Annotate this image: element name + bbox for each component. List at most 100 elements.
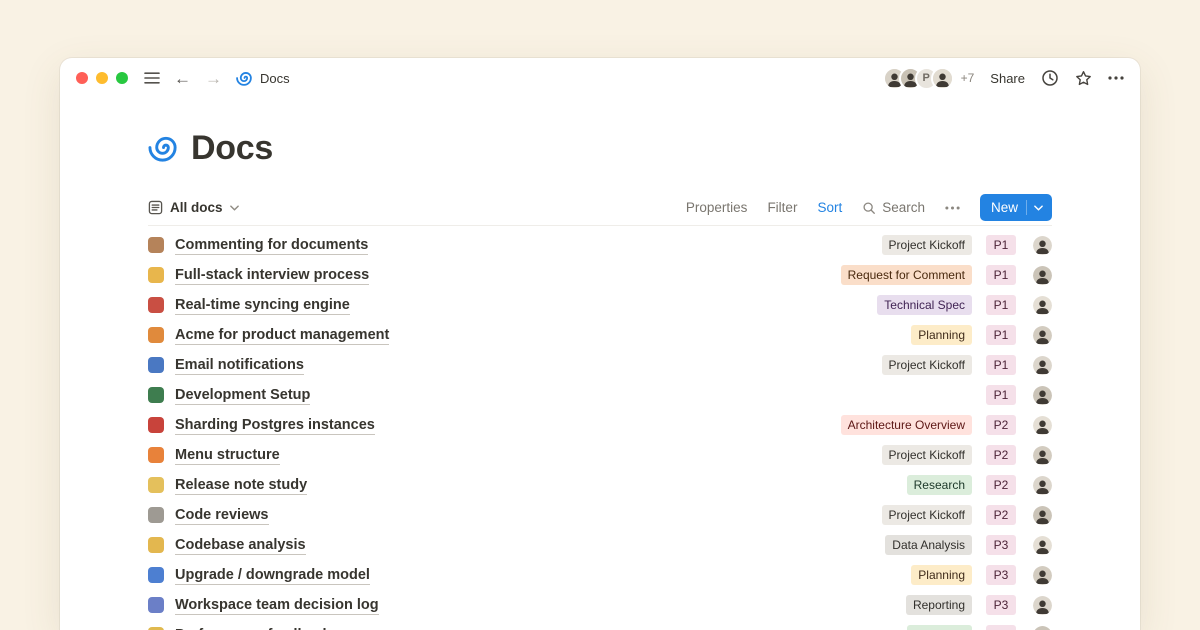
doc-title-link[interactable]: Menu structure: [175, 446, 280, 465]
doc-row[interactable]: Full-stack interview process Request for…: [148, 260, 1052, 290]
doc-owner-avatar: [1033, 326, 1052, 345]
memo-icon: [148, 477, 164, 493]
forward-arrow-icon[interactable]: →: [205, 70, 222, 87]
doc-title-link[interactable]: Release note study: [175, 476, 307, 495]
doc-row[interactable]: Workspace team decision log Reporting P3: [148, 590, 1052, 620]
sidebar-toggle-icon[interactable]: [144, 72, 160, 84]
doc-row[interactable]: Codebase analysis Data Analysis P3: [148, 530, 1052, 560]
doc-title-link[interactable]: Commenting for documents: [175, 236, 368, 255]
doc-owner-avatar: [1033, 476, 1052, 495]
updates-clock-icon[interactable]: [1041, 69, 1059, 87]
collaborator-avatars[interactable]: P +7: [883, 67, 975, 90]
doc-title-link[interactable]: Real-time syncing engine: [175, 296, 350, 315]
doc-row[interactable]: Release note study Research P2: [148, 470, 1052, 500]
doc-row[interactable]: Email notifications Project Kickoff P1: [148, 350, 1052, 380]
doc-row[interactable]: Upgrade / downgrade model Planning P3: [148, 560, 1052, 590]
construction-icon: [148, 327, 164, 343]
doc-list: Commenting for documents Project Kickoff…: [148, 230, 1052, 630]
share-button[interactable]: Share: [990, 71, 1025, 86]
doc-title-link[interactable]: Full-stack interview process: [175, 266, 369, 285]
doc-tag-badge: Project Kickoff: [882, 505, 972, 525]
doc-title-link[interactable]: Development Setup: [175, 386, 310, 405]
locomotive-icon: [148, 297, 164, 313]
doc-priority-badge: P2: [986, 475, 1016, 495]
open-book-icon: [148, 597, 164, 613]
doc-priority-badge: P1: [986, 235, 1016, 255]
search-label: Search: [882, 200, 925, 215]
doc-tag-badge: Project Kickoff: [882, 445, 972, 465]
more-options-icon[interactable]: [1108, 76, 1124, 80]
view-switcher[interactable]: All docs: [148, 200, 239, 215]
doc-title-link[interactable]: Email notifications: [175, 356, 304, 375]
doc-owner-avatar: [1033, 536, 1052, 555]
doc-row[interactable]: Performance feedback Research P3: [148, 620, 1052, 630]
avatar-overflow-count: +7: [961, 71, 975, 85]
up-down-arrow-icon: [148, 567, 164, 583]
doc-row[interactable]: Real-time syncing engine Technical Spec …: [148, 290, 1052, 320]
view-more-options-icon[interactable]: [945, 206, 960, 210]
page-title: Docs: [191, 129, 273, 168]
doc-row[interactable]: Menu structure Project Kickoff P2: [148, 440, 1052, 470]
doc-title-link[interactable]: Codebase analysis: [175, 536, 306, 555]
doc-priority-badge: P2: [986, 445, 1016, 465]
doc-priority-badge: P3: [986, 565, 1016, 585]
new-button-divider: [1026, 200, 1027, 215]
doc-title-link[interactable]: Upgrade / downgrade model: [175, 566, 370, 585]
doc-priority-badge: P2: [986, 505, 1016, 525]
monkey-face-icon: [148, 237, 164, 253]
doc-title-link[interactable]: Performance feedback: [175, 626, 331, 630]
doc-row[interactable]: Code reviews Project Kickoff P2: [148, 500, 1052, 530]
doc-tag-badge: Technical Spec: [877, 295, 972, 315]
doc-title-link[interactable]: Sharding Postgres instances: [175, 416, 375, 435]
doc-tag-badge: Project Kickoff: [882, 355, 972, 375]
window-titlebar: ← → Docs P: [60, 58, 1140, 98]
view-name: All docs: [170, 200, 223, 215]
doc-owner-avatar: [1033, 266, 1052, 285]
app-window: ← → Docs P: [60, 58, 1140, 630]
doc-row[interactable]: Sharding Postgres instances Architecture…: [148, 410, 1052, 440]
close-button[interactable]: [76, 72, 88, 84]
new-button[interactable]: New: [980, 194, 1052, 221]
doc-tag-badge: Planning: [911, 565, 972, 585]
carrot-icon: [148, 447, 164, 463]
doc-owner-avatar: [1033, 296, 1052, 315]
doc-priority-badge: P3: [986, 625, 1016, 630]
new-button-chevron-icon[interactable]: [1034, 205, 1043, 211]
doc-title-link[interactable]: Code reviews: [175, 506, 269, 525]
postbox-icon: [148, 417, 164, 433]
doc-row[interactable]: Development Setup P1: [148, 380, 1052, 410]
doc-row[interactable]: Acme for product management Planning P1: [148, 320, 1052, 350]
avatar-stack: P: [883, 67, 954, 90]
search-button[interactable]: Search: [862, 200, 925, 215]
doc-title-link[interactable]: Workspace team decision log: [175, 596, 379, 615]
sort-button[interactable]: Sort: [817, 200, 842, 215]
breadcrumb[interactable]: Docs: [236, 70, 290, 87]
view-controls: Properties Filter Sort Search New: [686, 194, 1052, 221]
doc-owner-avatar: [1033, 596, 1052, 615]
doc-tag-badge: Reporting: [906, 595, 972, 615]
view-toolbar: All docs Properties Filter Sort Search: [148, 190, 1052, 226]
doc-title-link[interactable]: Acme for product management: [175, 326, 389, 345]
window-title: Docs: [260, 71, 290, 86]
properties-button[interactable]: Properties: [686, 200, 748, 215]
worker-icon: [148, 537, 164, 553]
favorite-star-icon[interactable]: [1075, 70, 1092, 87]
back-arrow-icon[interactable]: ←: [174, 70, 191, 87]
traffic-lights: [76, 72, 128, 84]
zoom-button[interactable]: [116, 72, 128, 84]
search-icon: [862, 201, 876, 215]
page-header: Docs: [148, 128, 1052, 168]
doc-priority-badge: P1: [986, 385, 1016, 405]
docs-logo-icon: [148, 133, 179, 164]
doc-owner-avatar: [1033, 416, 1052, 435]
doc-owner-avatar: [1033, 566, 1052, 585]
doc-priority-badge: P1: [986, 295, 1016, 315]
doc-row[interactable]: Commenting for documents Project Kickoff…: [148, 230, 1052, 260]
doc-tag-badge: Planning: [911, 325, 972, 345]
filter-button[interactable]: Filter: [767, 200, 797, 215]
doc-tag-badge: Research: [907, 475, 972, 495]
doc-owner-avatar: [1033, 446, 1052, 465]
minimize-button[interactable]: [96, 72, 108, 84]
handshake-icon: [148, 267, 164, 283]
doc-owner-avatar: [1033, 626, 1052, 630]
